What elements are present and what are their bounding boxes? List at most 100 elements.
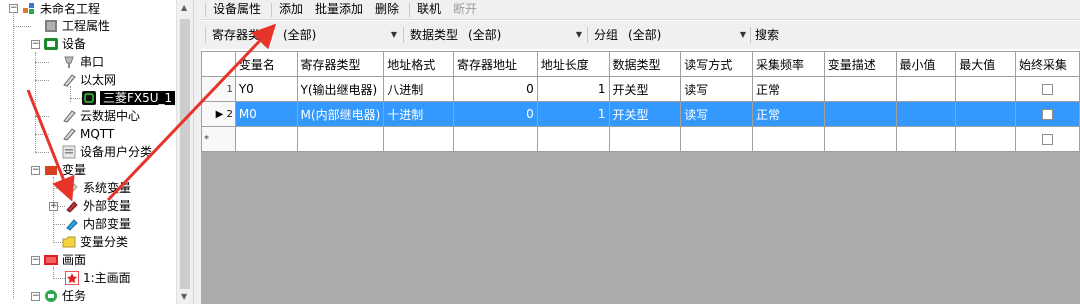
tree-item-serial[interactable]: 串口: [62, 53, 104, 71]
tree-item-variables[interactable]: 变量: [44, 161, 86, 179]
group-select[interactable]: (全部) ▼: [628, 27, 746, 43]
tree-item-external-vars[interactable]: 外部变量: [65, 197, 131, 215]
device-properties-button[interactable]: 设备属性: [213, 0, 261, 20]
cell-read-write[interactable]: 读写: [680, 101, 754, 127]
tree-item-screens[interactable]: 画面: [44, 251, 86, 269]
cell-address-length[interactable]: 1: [536, 101, 610, 127]
expand-toggle-variables[interactable]: −: [31, 166, 40, 175]
cell-data-type[interactable]: 开关型: [608, 76, 682, 102]
column-header[interactable]: 地址格式: [383, 51, 455, 77]
cell-name[interactable]: M0: [234, 101, 298, 127]
tree-item-main-screen[interactable]: 1:主画面: [64, 269, 131, 287]
column-header[interactable]: 最大值: [955, 51, 1017, 77]
column-header[interactable]: 寄存器地址: [453, 51, 538, 77]
cell-data-type[interactable]: 开关型: [608, 101, 682, 127]
chevron-down-icon[interactable]: ▼: [391, 27, 397, 43]
cell-empty[interactable]: [955, 126, 1017, 152]
expand-toggle-devices[interactable]: −: [31, 40, 40, 49]
column-header[interactable]: 始终采集: [1015, 51, 1080, 77]
row-header[interactable]: ▶ 2: [201, 101, 236, 127]
cell-empty[interactable]: [383, 126, 455, 152]
cell-empty[interactable]: [234, 126, 298, 152]
register-type-select[interactable]: (全部) ▼: [283, 27, 397, 43]
table-row[interactable]: 1 Y0 Y(输出继电器) 八进制 0 1 开关型 读写 正常: [201, 76, 1080, 102]
tree-item-devices[interactable]: 设备: [44, 35, 86, 53]
tree-item-mqtt[interactable]: MQTT: [62, 125, 114, 143]
tree-item-device-user-category[interactable]: 设备用户分类: [62, 143, 152, 161]
cell-register-address[interactable]: 0: [453, 76, 538, 102]
cell-empty[interactable]: [453, 126, 538, 152]
new-row[interactable]: *: [201, 126, 1080, 152]
cell-description[interactable]: [823, 76, 897, 102]
cell-description[interactable]: [823, 101, 897, 127]
add-button[interactable]: 添加: [279, 0, 303, 20]
table-row[interactable]: ▶ 2 M0 M(内部继电器) 十进制 0 1 开关型 读写 正常: [201, 101, 1080, 127]
column-header[interactable]: 变量名: [234, 51, 298, 77]
column-header[interactable]: 寄存器类型: [296, 51, 385, 77]
cell-min[interactable]: [895, 101, 957, 127]
cell-register-type[interactable]: Y(输出继电器): [296, 76, 385, 102]
cell-address-format[interactable]: 十进制: [383, 101, 455, 127]
cell-empty[interactable]: [823, 126, 897, 152]
column-header[interactable]: 采集频率: [752, 51, 825, 77]
tree-item-var-category[interactable]: 变量分类: [62, 233, 128, 251]
cell-read-write[interactable]: 读写: [680, 76, 754, 102]
cell-empty[interactable]: [895, 126, 957, 152]
cell-frequency[interactable]: 正常: [752, 101, 825, 127]
cell-register-address[interactable]: 0: [453, 101, 538, 127]
scroll-down-icon[interactable]: ▼: [181, 292, 187, 301]
expand-toggle-tasks[interactable]: −: [31, 292, 40, 301]
cell-always-collect[interactable]: [1015, 126, 1080, 152]
tree-scrollbar[interactable]: ▲ ▼: [176, 0, 193, 304]
column-header[interactable]: 变量描述: [823, 51, 897, 77]
data-type-select[interactable]: (全部) ▼: [468, 27, 582, 43]
row-header-corner[interactable]: [201, 51, 236, 77]
cell-always-collect[interactable]: [1015, 76, 1080, 102]
scroll-thumb[interactable]: [180, 19, 190, 289]
tree-item-cloud[interactable]: 云数据中心: [62, 107, 140, 125]
cell-empty[interactable]: [536, 126, 610, 152]
cell-frequency[interactable]: 正常: [752, 76, 825, 102]
tree-item-project-props[interactable]: 工程属性: [44, 17, 110, 35]
tree-item-system-vars[interactable]: 系统变量: [65, 179, 131, 197]
expand-toggle-screens[interactable]: −: [31, 256, 40, 265]
delete-button[interactable]: 删除: [375, 0, 399, 20]
tree-label: 变量: [62, 163, 87, 177]
cell-address-format[interactable]: 八进制: [383, 76, 455, 102]
cell-empty[interactable]: [680, 126, 754, 152]
splitter[interactable]: [193, 0, 201, 304]
cell-empty[interactable]: [608, 126, 682, 152]
online-button[interactable]: 联机: [417, 0, 441, 20]
column-header[interactable]: 最小值: [895, 51, 957, 77]
always-collect-checkbox[interactable]: [1042, 84, 1054, 95]
expand-toggle-external-vars[interactable]: +: [49, 202, 58, 211]
always-collect-checkbox[interactable]: [1042, 109, 1054, 120]
tree-item-project[interactable]: 未命名工程: [22, 0, 100, 18]
cell-min[interactable]: [895, 76, 957, 102]
tree-item-tasks[interactable]: 任务: [44, 287, 86, 304]
cell-max[interactable]: [955, 76, 1017, 102]
always-collect-checkbox[interactable]: [1042, 134, 1054, 145]
search-button[interactable]: 搜索: [755, 21, 779, 49]
tree-item-device-fx5u[interactable]: 三菱FX5U_1: [82, 89, 176, 107]
cell-always-collect[interactable]: [1015, 101, 1080, 127]
tree-item-ethernet[interactable]: 以太网: [62, 71, 116, 89]
cell-address-length[interactable]: 1: [536, 76, 610, 102]
scroll-up-icon[interactable]: ▲: [181, 3, 187, 12]
cell-register-type[interactable]: M(内部继电器): [296, 101, 385, 127]
cell-empty[interactable]: [296, 126, 385, 152]
cell-name[interactable]: Y0: [234, 76, 298, 102]
folder-icon: [62, 235, 76, 249]
expand-toggle-project[interactable]: −: [9, 4, 18, 13]
cell-max[interactable]: [955, 101, 1017, 127]
disconnect-button[interactable]: 断开: [453, 0, 477, 20]
column-header[interactable]: 读写方式: [680, 51, 754, 77]
chevron-down-icon[interactable]: ▼: [576, 27, 582, 43]
tree-item-internal-vars[interactable]: 内部变量: [65, 215, 131, 233]
row-header[interactable]: 1: [201, 76, 236, 102]
cell-empty[interactable]: [752, 126, 825, 152]
chevron-down-icon[interactable]: ▼: [740, 27, 746, 43]
column-header[interactable]: 数据类型: [608, 51, 682, 77]
column-header[interactable]: 地址长度: [536, 51, 610, 77]
batch-add-button[interactable]: 批量添加: [315, 0, 363, 20]
